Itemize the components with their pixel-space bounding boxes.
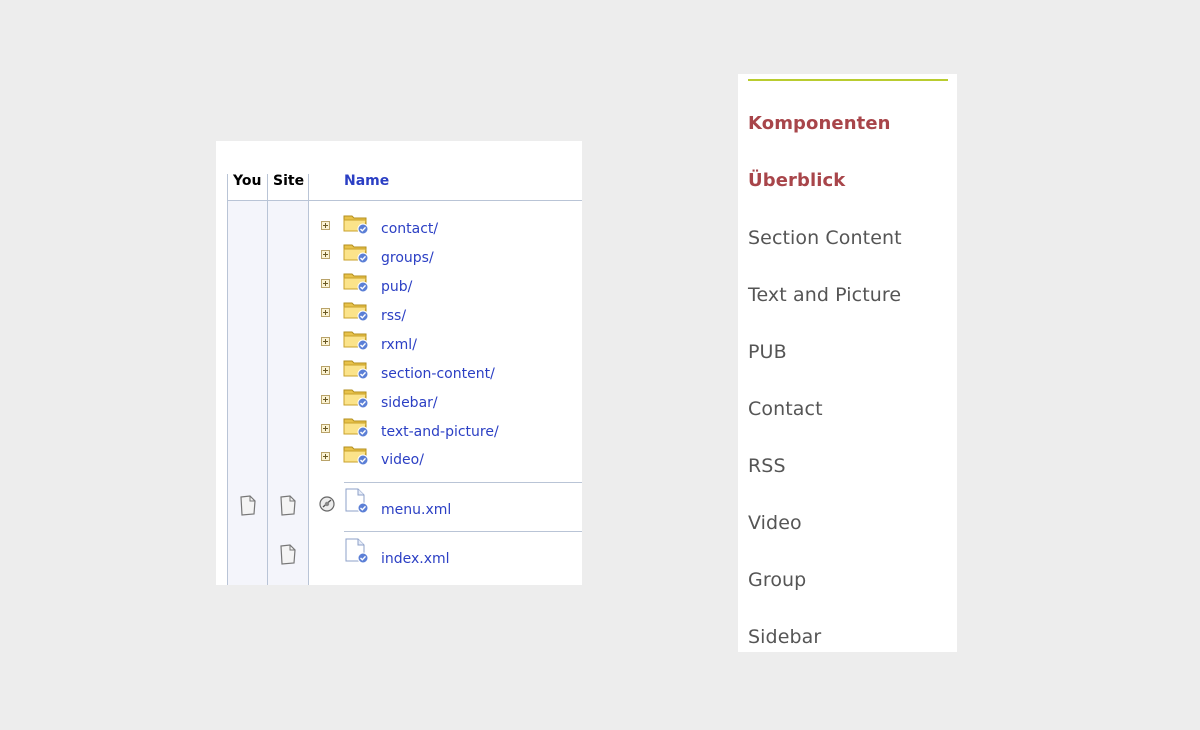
- expand-plus-icon[interactable]: [321, 337, 330, 346]
- expand-plus-icon[interactable]: [321, 395, 330, 404]
- folder-icon: [343, 244, 369, 264]
- eye-icon[interactable]: [318, 495, 336, 513]
- nav-item-sidebar[interactable]: Sidebar: [748, 626, 821, 648]
- folder-link[interactable]: section-content/: [381, 366, 495, 382]
- folder-link[interactable]: sidebar/: [381, 395, 438, 411]
- page-icon[interactable]: [237, 494, 259, 516]
- folder-icon: [343, 389, 369, 409]
- expand-plus-icon[interactable]: [321, 452, 330, 461]
- folder-row[interactable]: groups/: [216, 240, 582, 269]
- nav-item-pub[interactable]: PUB: [748, 341, 787, 363]
- folder-icon: [343, 273, 369, 293]
- expand-plus-icon[interactable]: [321, 424, 330, 433]
- folder-row[interactable]: sidebar/: [216, 385, 582, 414]
- folder-link[interactable]: contact/: [381, 221, 438, 237]
- expand-plus-icon[interactable]: [321, 308, 330, 317]
- nav-item-ueberblick[interactable]: Überblick: [748, 170, 845, 191]
- file-link[interactable]: menu.xml: [381, 502, 451, 518]
- xml-file-icon: [345, 538, 368, 564]
- folder-row[interactable]: pub/: [216, 269, 582, 298]
- folder-icon: [343, 360, 369, 380]
- nav-item-text-and-picture[interactable]: Text and Picture: [748, 284, 901, 306]
- row-separator: [344, 482, 582, 483]
- folder-link[interactable]: groups/: [381, 250, 434, 266]
- folder-row[interactable]: contact/: [216, 211, 582, 240]
- folder-row[interactable]: rss/: [216, 298, 582, 327]
- header-you: You: [233, 173, 262, 189]
- nav-item-rss[interactable]: RSS: [748, 455, 786, 477]
- folder-icon: [343, 446, 369, 466]
- folder-icon: [343, 302, 369, 322]
- folder-link[interactable]: rss/: [381, 308, 406, 324]
- folder-row[interactable]: video/: [216, 442, 582, 471]
- folder-link[interactable]: text-and-picture/: [381, 424, 499, 440]
- folder-row[interactable]: text-and-picture/: [216, 414, 582, 443]
- folder-link[interactable]: rxml/: [381, 337, 417, 353]
- header-name-sort-link[interactable]: Name: [344, 173, 389, 189]
- nav-accent-line: [748, 79, 948, 81]
- nav-item-section-content[interactable]: Section Content: [748, 227, 902, 249]
- nav-item-contact[interactable]: Contact: [748, 398, 823, 420]
- xml-file-icon: [345, 488, 368, 514]
- folder-link[interactable]: video/: [381, 452, 424, 468]
- folder-link[interactable]: pub/: [381, 279, 412, 295]
- header-rule: [228, 200, 582, 201]
- header-site: Site: [273, 173, 305, 189]
- file-row[interactable]: index.xml: [216, 535, 582, 581]
- file-browser: You Site Name contact/ groups/ pub/ rss/…: [216, 141, 582, 585]
- folder-icon: [343, 215, 369, 235]
- expand-plus-icon[interactable]: [321, 366, 330, 375]
- expand-plus-icon[interactable]: [321, 221, 330, 230]
- nav-item-group[interactable]: Group: [748, 569, 806, 591]
- nav-item-komponenten[interactable]: Komponenten: [748, 113, 891, 134]
- row-separator: [344, 531, 582, 532]
- component-nav: Komponenten Überblick Section Content Te…: [738, 74, 957, 652]
- file-link[interactable]: index.xml: [381, 551, 450, 567]
- expand-plus-icon[interactable]: [321, 279, 330, 288]
- folder-icon: [343, 331, 369, 351]
- folder-icon: [343, 418, 369, 438]
- nav-item-video[interactable]: Video: [748, 512, 802, 534]
- folder-row[interactable]: rxml/: [216, 327, 582, 356]
- expand-plus-icon[interactable]: [321, 250, 330, 259]
- page-icon[interactable]: [277, 494, 299, 516]
- file-row[interactable]: menu.xml: [216, 486, 582, 532]
- page-icon[interactable]: [277, 543, 299, 565]
- folder-row[interactable]: section-content/: [216, 356, 582, 385]
